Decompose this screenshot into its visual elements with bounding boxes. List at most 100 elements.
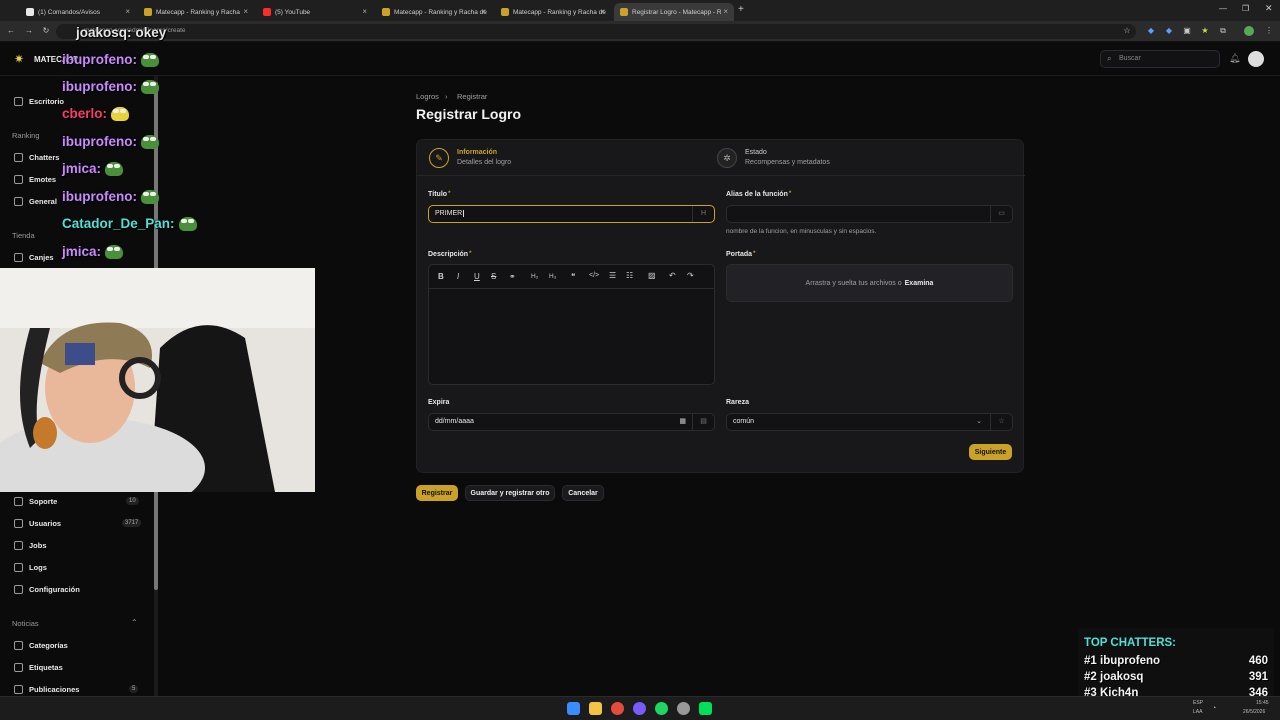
sidebar-item-logs[interactable]: Logs: [14, 563, 47, 572]
chrome-icon[interactable]: [611, 702, 624, 715]
clock-date[interactable]: 26/5/2026: [1243, 709, 1265, 715]
next-button[interactable]: Siguiente: [969, 444, 1012, 460]
chevron-up-icon[interactable]: ⌃: [131, 618, 138, 627]
spotify-icon[interactable]: [655, 702, 668, 715]
bell-icon[interactable]: 🔔︎: [1229, 53, 1240, 64]
sidebar-item-tags[interactable]: Etiquetas: [14, 663, 63, 672]
expires-date-input[interactable]: dd/mm/aaaa ▦ ▤: [428, 413, 715, 431]
extension-icon[interactable]: ◆: [1164, 26, 1174, 36]
heading2-icon[interactable]: H₂: [531, 273, 538, 280]
top-chatter-row: #2 joakosq 391: [1084, 671, 1268, 683]
close-window-icon[interactable]: ✕: [1265, 3, 1273, 14]
sidebar-group-news[interactable]: Noticias: [12, 619, 39, 628]
browser-tab-active[interactable]: Registrar Logro - Matecapp - R ×: [614, 3, 734, 21]
bold-icon[interactable]: B: [438, 272, 444, 281]
star-icon: ☆: [990, 414, 1012, 430]
code-block-icon[interactable]: </>: [589, 272, 599, 279]
browser-tab[interactable]: (5) YouTube ×: [257, 3, 373, 21]
italic-icon[interactable]: I: [457, 272, 459, 281]
cover-dropzone[interactable]: Arrastra y suelta tus archivos o Examina: [726, 264, 1013, 302]
document-icon: [14, 563, 23, 572]
rarity-select[interactable]: común ⌄ ☆: [726, 413, 1013, 431]
link-icon[interactable]: ⚭: [509, 272, 516, 281]
settings-icon[interactable]: ✲: [717, 148, 737, 168]
calendar-picker-icon[interactable]: ▦: [679, 417, 686, 425]
heading-icon: H: [692, 206, 714, 222]
users-count-badge: 3717: [122, 519, 142, 527]
folder-icon: [14, 641, 23, 650]
close-tab-icon[interactable]: ×: [362, 7, 367, 16]
title-input[interactable]: PRIMER H: [428, 205, 715, 223]
newspaper-icon: [14, 685, 23, 694]
new-tab-icon[interactable]: +: [738, 4, 744, 15]
browser-tab[interactable]: Matecapp - Ranking y Racha de ×: [495, 3, 611, 21]
language-indicator[interactable]: ESP: [1193, 700, 1203, 706]
step-1-title[interactable]: Información: [457, 149, 497, 156]
top-chatter-row: #1 ibuprofeno 460: [1084, 655, 1268, 667]
global-search[interactable]: ⌕ Buscar: [1100, 50, 1220, 68]
redo-icon[interactable]: ↷: [687, 271, 694, 280]
top-chatters-title: TOP CHATTERS:: [1084, 637, 1177, 649]
extensions-puzzle-icon[interactable]: ⧉: [1218, 26, 1228, 36]
windows-start-icon[interactable]: [567, 702, 580, 715]
alias-input[interactable]: ▭: [726, 205, 1013, 223]
bookmark-star-icon[interactable]: ☆: [1122, 26, 1132, 36]
sidebar-item-posts[interactable]: Publicaciones: [14, 685, 79, 694]
close-tab-icon[interactable]: ×: [481, 7, 486, 16]
discord-icon[interactable]: [633, 702, 646, 715]
clock-time[interactable]: 15:45: [1256, 700, 1269, 706]
description-editor[interactable]: B I U S ⚭ H₂ H₃ ❝ </> ☰ ☷ ▨ ↶ ↷: [428, 264, 715, 385]
maximize-icon[interactable]: ❐: [1242, 4, 1249, 13]
sidebar-item-config[interactable]: Configuración: [14, 585, 80, 594]
step-2-title[interactable]: Estado: [745, 149, 767, 156]
ordered-list-icon[interactable]: ☷: [626, 271, 633, 280]
pepe-emote-icon: [140, 189, 159, 204]
webcam-feed-image: [0, 268, 315, 492]
file-explorer-icon[interactable]: [589, 702, 602, 715]
top-chatters-overlay: TOP CHATTERS: #1 ibuprofeno 460 #2 joakos…: [1078, 628, 1274, 706]
close-tab-icon[interactable]: ×: [600, 7, 605, 16]
settings-gear-icon[interactable]: [677, 702, 690, 715]
keyboard-layout[interactable]: LAA: [1193, 709, 1202, 715]
page-title: Registrar Logro: [416, 106, 522, 122]
strike-icon[interactable]: S: [491, 272, 496, 281]
heading3-icon[interactable]: H₃: [549, 273, 556, 280]
chat-message: ibuprofeno:: [62, 52, 159, 67]
save-and-register-another-button[interactable]: Guardar y registrar otro: [465, 485, 555, 501]
kick-icon[interactable]: [699, 702, 712, 715]
minimize-icon[interactable]: —: [1219, 4, 1227, 13]
image-icon[interactable]: ▨: [648, 271, 656, 280]
undo-icon[interactable]: ↶: [669, 271, 676, 280]
kebab-menu-icon[interactable]: ⋮: [1264, 26, 1274, 36]
expires-label: Expira: [428, 399, 450, 406]
close-tab-icon[interactable]: ×: [723, 7, 728, 16]
breadcrumb-parent[interactable]: Logros: [416, 92, 439, 101]
profile-avatar-icon[interactable]: [1244, 26, 1254, 36]
bullet-list-icon[interactable]: ☰: [609, 271, 616, 280]
posts-count-badge: 5: [129, 685, 139, 693]
register-button[interactable]: Registrar: [416, 485, 458, 501]
breadcrumb-separator: ›: [445, 92, 448, 101]
user-avatar[interactable]: [1248, 51, 1264, 67]
wifi-icon[interactable]: ◔: [1212, 705, 1216, 712]
extension-icon[interactable]: ★: [1200, 26, 1210, 36]
code-icon: ▭: [990, 206, 1012, 222]
sidebar-item-users[interactable]: Usuarios: [14, 519, 61, 528]
pepe-emote-icon: [105, 244, 124, 259]
browse-link[interactable]: Examina: [905, 280, 934, 287]
pepe-emote-icon: [140, 79, 159, 94]
sidebar-item-categories[interactable]: Categorías: [14, 641, 68, 650]
extension-icon[interactable]: ◆: [1146, 26, 1156, 36]
browser-tab[interactable]: Matecapp - Ranking y Racha de ×: [376, 3, 492, 21]
quote-icon[interactable]: ❝: [571, 272, 575, 281]
lifebuoy-icon: [14, 497, 23, 506]
chevron-down-icon: ⌄: [976, 418, 982, 425]
sidebar-item-jobs[interactable]: Jobs: [14, 541, 47, 550]
pencil-icon[interactable]: ✎: [429, 148, 449, 168]
sidebar-item-support[interactable]: Soporte: [14, 497, 57, 506]
extension-icon[interactable]: ▣: [1182, 26, 1192, 36]
underline-icon[interactable]: U: [474, 272, 480, 281]
cancel-button[interactable]: Cancelar: [562, 485, 604, 501]
step-2-subtitle: Recompensas y metadatos: [745, 159, 830, 166]
close-tab-icon[interactable]: ×: [243, 7, 248, 16]
